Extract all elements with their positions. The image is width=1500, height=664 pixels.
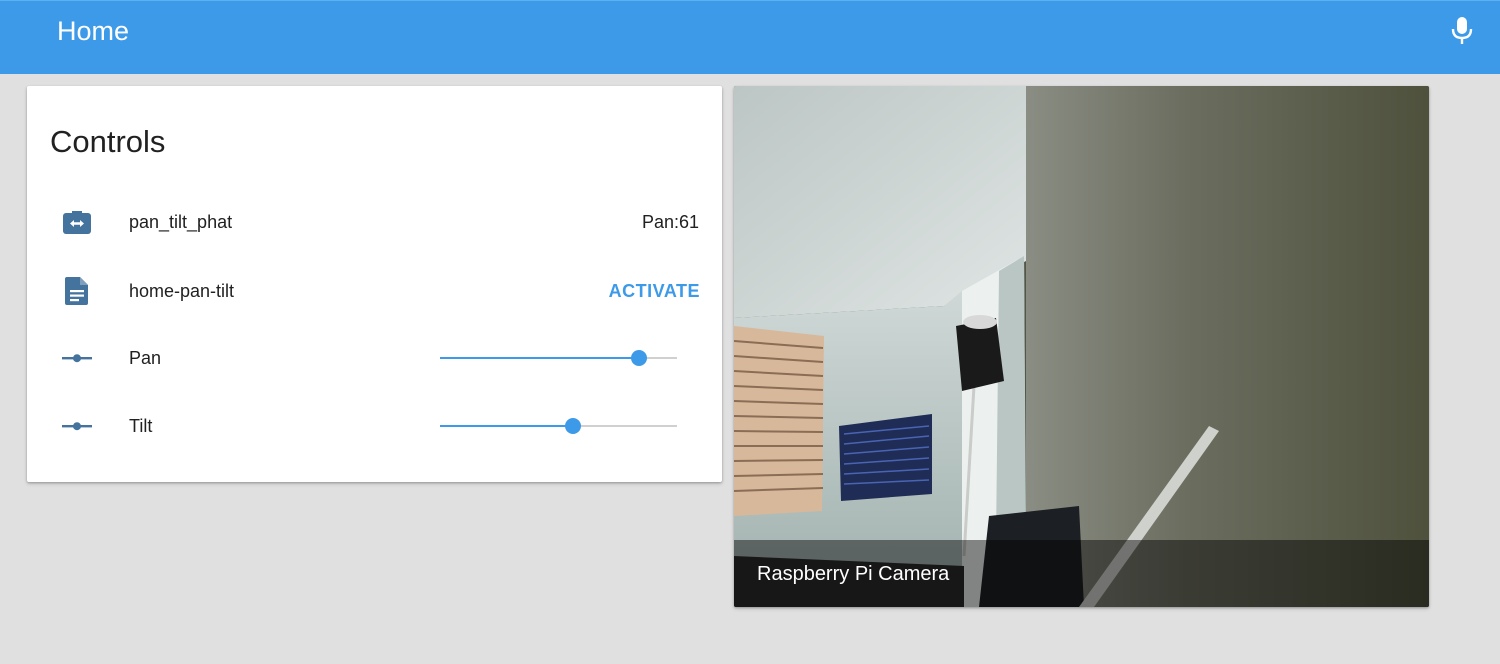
page-title: Home [57,16,130,46]
voice-command-button[interactable] [1444,13,1480,49]
camera-caption: Raspberry Pi Camera [757,563,950,585]
camera-card[interactable]: Raspberry Pi Camera [734,86,1429,607]
camera-caption-bar: Raspberry Pi Camera [734,540,1429,607]
controls-card: Controls pan_tilt_phat Pan:61 home-pan-t… [27,86,722,482]
app-toolbar: Home [0,0,1500,74]
entity-row-pan-tilt-phat[interactable]: pan_tilt_phat Pan:61 [27,202,722,242]
entity-name: Tilt [129,416,153,436]
entity-row-tilt: Tilt [27,406,722,446]
pan-tilt-device-icon [61,208,93,236]
entity-row-pan: Pan [27,338,722,378]
pan-slider[interactable] [440,350,677,366]
entity-name: home-pan-tilt [129,281,235,301]
slider-thumb[interactable] [564,418,581,434]
slider-icon [61,344,93,372]
slider-icon [61,412,93,440]
slider-thumb[interactable] [631,350,648,366]
tilt-slider[interactable] [440,418,677,434]
activate-button[interactable]: ACTIVATE [609,278,700,304]
entity-name: Pan [129,348,162,368]
entity-state: Pan:61 [641,212,699,232]
slider-fill [440,425,573,427]
card-title: Controls [50,124,166,159]
slider-fill [440,357,640,359]
script-file-icon [61,277,93,305]
entity-row-home-pan-tilt: home-pan-tilt ACTIVATE [27,271,722,311]
entity-name: pan_tilt_phat [129,212,233,232]
camera-feed-image [734,86,1429,607]
microphone-icon [1451,17,1473,44]
